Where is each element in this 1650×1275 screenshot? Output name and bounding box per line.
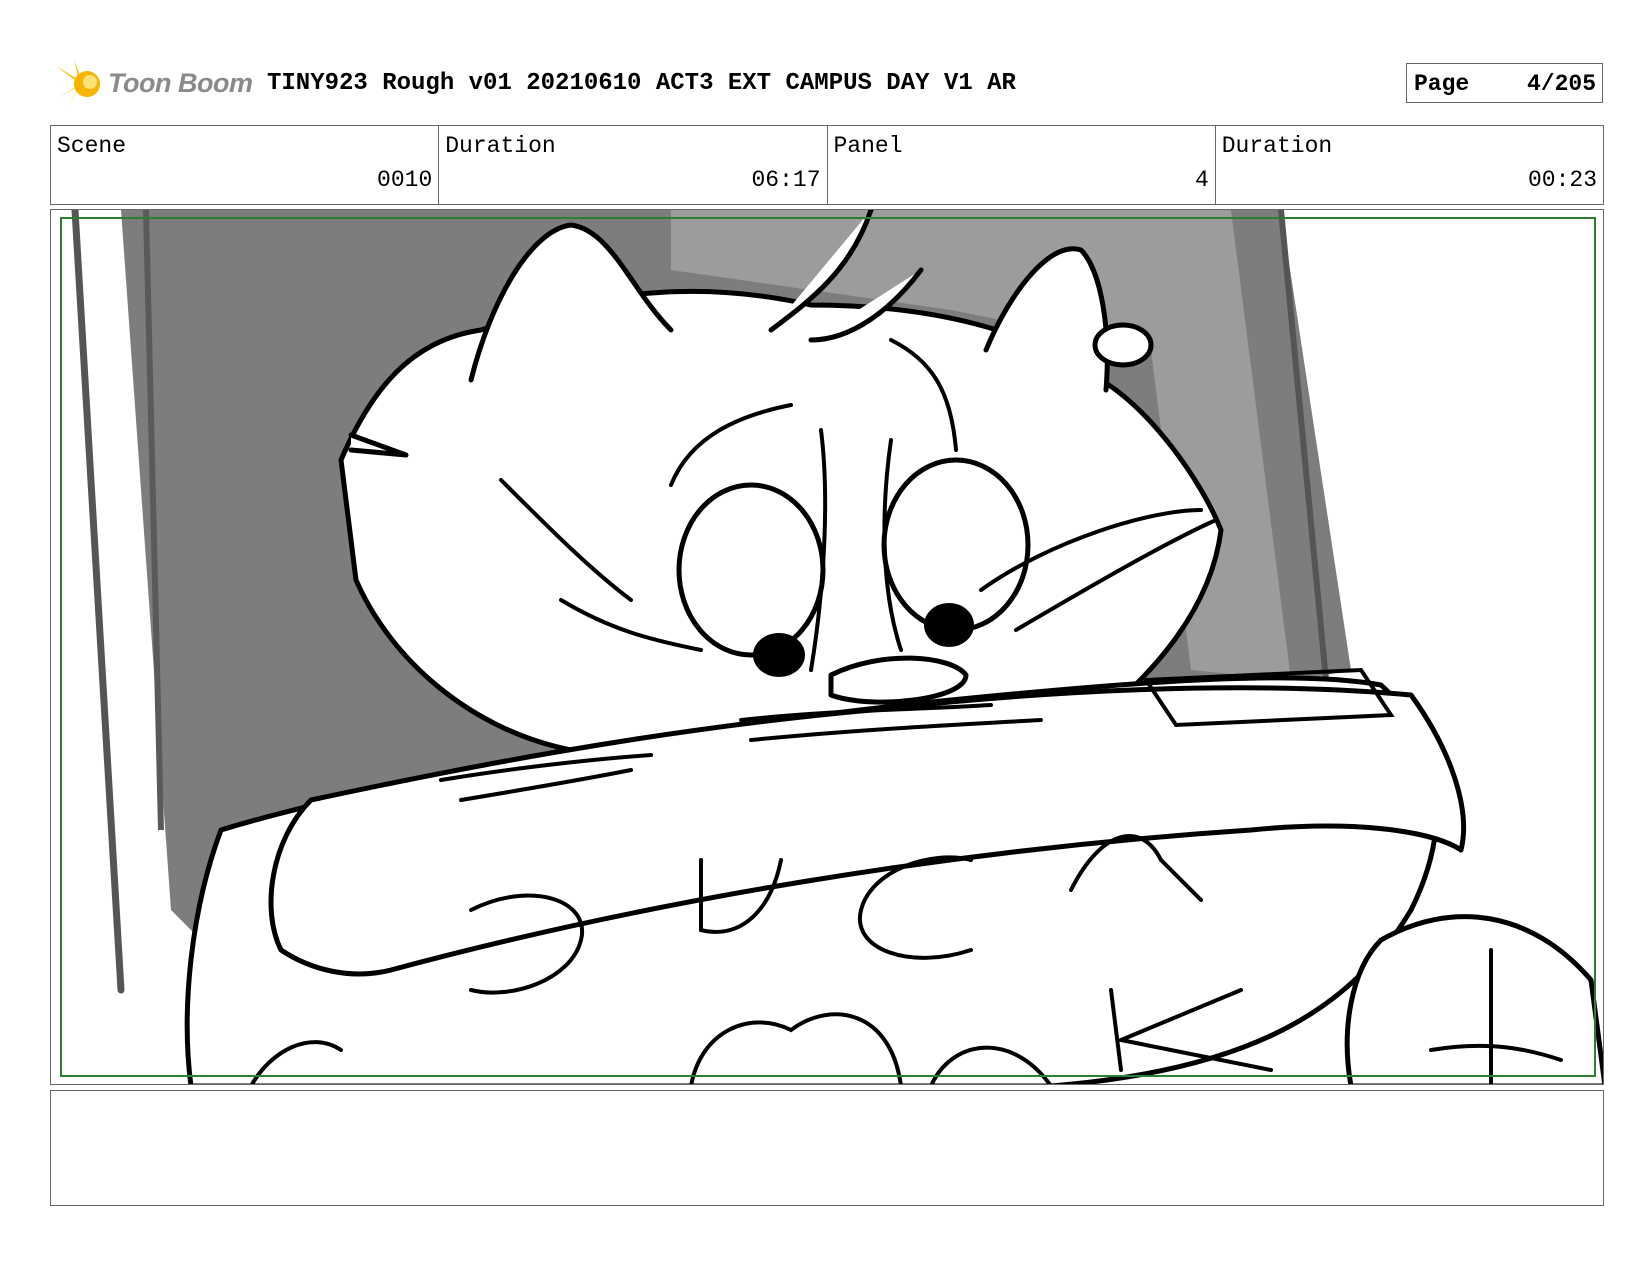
scene-duration-cell: Duration 06:17	[439, 126, 828, 204]
panel-label: Panel	[833, 133, 903, 159]
toon-boom-logo: Toon Boom	[54, 58, 254, 110]
panel-cell: Panel 4	[828, 126, 1216, 204]
panel-duration-label: Duration	[1221, 133, 1333, 159]
scene-cell: Scene 0010	[51, 126, 440, 204]
panel-duration-value: 00:23	[1527, 167, 1597, 193]
panel-notes-box	[50, 1090, 1604, 1206]
panel-duration-cell: Duration 00:23	[1216, 126, 1603, 204]
page-value: 4/205	[1526, 71, 1596, 97]
logo-text: Toon Boom	[108, 68, 253, 98]
page-indicator: Page 4/205	[1406, 63, 1603, 103]
storyboard-panel	[50, 209, 1604, 1085]
scene-duration-label: Duration	[445, 133, 556, 159]
document-title: TINY923 Rough v01 20210610 ACT3 EXT CAMP…	[267, 70, 1016, 97]
storyboard-sketch	[60, 210, 1603, 1084]
panel-info-row: Scene 0010 Duration 06:17 Panel 4 Durati…	[50, 125, 1604, 205]
page-label: Page	[1414, 71, 1470, 97]
panel-value: 4	[1194, 167, 1209, 193]
sunburst-icon	[54, 60, 100, 108]
scene-duration-value: 06:17	[751, 167, 821, 193]
scene-label: Scene	[57, 133, 127, 159]
scene-value: 0010	[377, 167, 433, 193]
